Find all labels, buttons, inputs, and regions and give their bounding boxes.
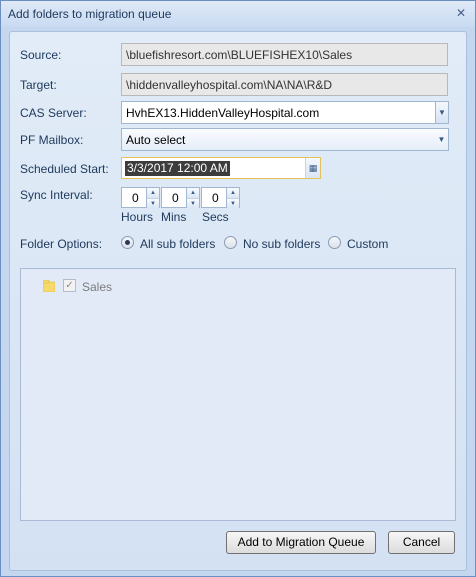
pf-mailbox-dropdown[interactable]: Auto select ▼ (121, 128, 449, 151)
radio-no-sub-folders[interactable] (224, 236, 237, 249)
spin-down-icon[interactable]: ▼ (226, 198, 239, 208)
calendar-icon[interactable]: ▦ (305, 158, 320, 178)
mins-spinner[interactable]: 0 ▲ ▼ (161, 187, 200, 208)
scheduled-start-value[interactable]: 3/3/2017 12:00 AM (125, 161, 230, 176)
hours-spinner[interactable]: 0 ▲ ▼ (121, 187, 160, 208)
cas-server-label: CAS Server: (20, 106, 87, 120)
folder-icon (42, 279, 56, 293)
cancel-button[interactable]: Cancel (388, 531, 455, 554)
tree-item-sales[interactable]: Sales (82, 280, 112, 294)
target-field: \hiddenvalleyhospital.com\NA\NA\R&D (121, 73, 448, 96)
folder-tree[interactable]: ✓ Sales (20, 268, 456, 521)
radio-all-sub-folders[interactable] (121, 236, 134, 249)
radio-custom[interactable] (328, 236, 341, 249)
spin-up-icon[interactable]: ▲ (226, 188, 239, 198)
secs-spinner[interactable]: 0 ▲ ▼ (201, 187, 240, 208)
form-panel: Source: \bluefishresort.com\BLUEFISHEX10… (9, 31, 467, 571)
source-field: \bluefishresort.com\BLUEFISHEX10\Sales (121, 43, 448, 66)
option-all-sub-folders-label[interactable]: All sub folders (140, 237, 215, 251)
option-no-sub-folders-label[interactable]: No sub folders (243, 237, 320, 251)
secs-value[interactable]: 0 (212, 191, 219, 205)
window-title: Add folders to migration queue (8, 7, 172, 21)
hours-label: Hours (121, 210, 154, 224)
source-label: Source: (20, 48, 62, 62)
cas-server-dropdown[interactable]: HvhEX13.HiddenValleyHospital.com ▼ (121, 101, 449, 124)
pf-mailbox-value: Auto select (126, 133, 186, 147)
mins-label: Mins (161, 210, 187, 224)
cas-server-value: HvhEX13.HiddenValleyHospital.com (126, 106, 320, 120)
sync-interval-label: Sync Interval: (20, 188, 93, 202)
spin-up-icon[interactable]: ▲ (186, 188, 199, 198)
title-bar: Add folders to migration queue ✕ (1, 1, 475, 27)
add-to-queue-button[interactable]: Add to Migration Queue (226, 531, 376, 554)
hours-value[interactable]: 0 (132, 191, 139, 205)
option-custom-label[interactable]: Custom (347, 237, 388, 251)
spin-down-icon[interactable]: ▼ (186, 198, 199, 208)
close-button[interactable]: ✕ (453, 5, 469, 21)
sales-checkbox[interactable]: ✓ (63, 279, 76, 292)
spin-down-icon[interactable]: ▼ (146, 198, 159, 208)
migration-dialog: Add folders to migration queue ✕ Source:… (0, 0, 476, 577)
folder-options-label: Folder Options: (20, 237, 103, 251)
chevron-down-icon[interactable]: ▼ (435, 102, 448, 123)
scheduled-start-picker[interactable]: 3/3/2017 12:00 AM ▦ (121, 157, 321, 179)
target-label: Target: (20, 78, 57, 92)
spin-up-icon[interactable]: ▲ (146, 188, 159, 198)
pf-mailbox-label: PF Mailbox: (20, 133, 84, 147)
chevron-down-icon[interactable]: ▼ (435, 129, 448, 150)
secs-label: Secs (202, 210, 229, 224)
scheduled-start-label: Scheduled Start: (20, 162, 109, 176)
mins-value[interactable]: 0 (172, 191, 179, 205)
